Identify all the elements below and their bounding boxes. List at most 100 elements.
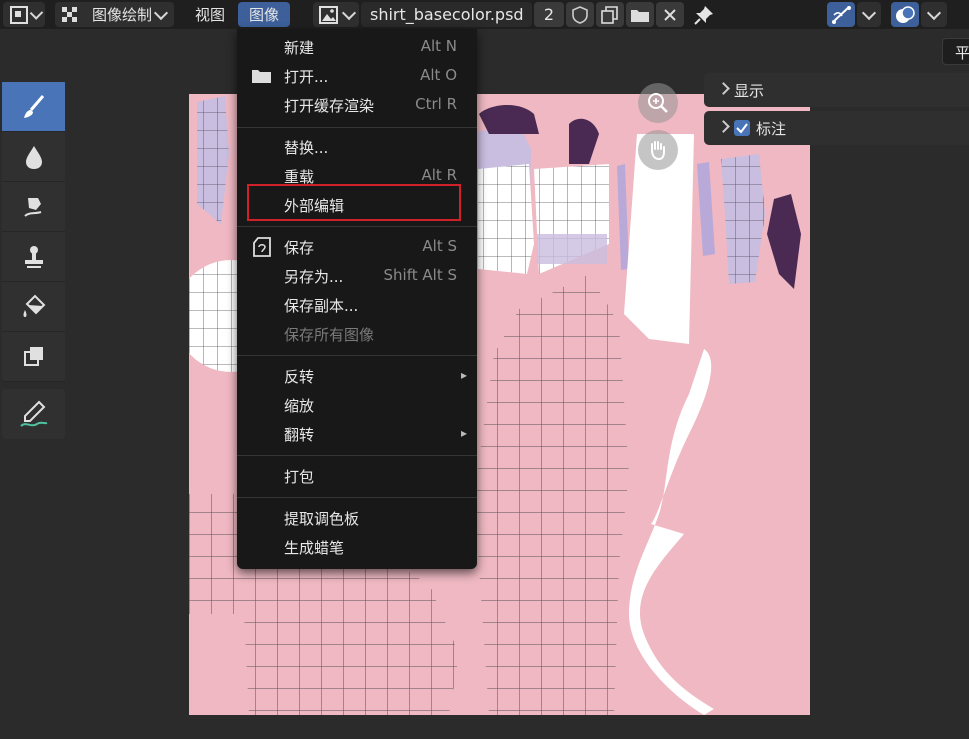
uv-sync-button[interactable] xyxy=(827,2,855,27)
image-name: shirt_basecolor.psd xyxy=(370,5,524,24)
panel-display[interactable]: 显示 xyxy=(704,73,969,107)
mask-icon xyxy=(23,346,43,366)
menu-item-label: 翻转 xyxy=(284,426,315,444)
menu-item-shortcut: Alt O xyxy=(420,66,457,84)
menu-separator xyxy=(237,127,477,128)
submenu-arrow-icon: ▸ xyxy=(460,368,467,382)
menu-item-label: 反转 xyxy=(284,368,315,386)
menu-item-save-copy[interactable]: 保存副本... xyxy=(237,291,477,319)
annotate-icon xyxy=(19,400,47,427)
submenu-arrow-icon: ▸ xyxy=(460,426,467,440)
save-icon xyxy=(253,237,271,257)
menu-item-open-cached-render[interactable]: 打开缓存渲染 Ctrl R xyxy=(237,91,477,119)
menu-item-open[interactable]: 打开... Alt O xyxy=(237,62,477,90)
close-icon xyxy=(664,8,676,21)
menu-separator xyxy=(237,355,477,356)
users-count[interactable]: 2 xyxy=(534,2,564,27)
overlay-button[interactable] xyxy=(891,2,919,27)
menu-item-shortcut: Alt N xyxy=(420,37,457,55)
image-browse-button[interactable] xyxy=(313,2,359,27)
menu-item-label: 保存所有图像 xyxy=(284,326,375,344)
pan-button[interactable] xyxy=(638,130,678,170)
menu-item-pack[interactable]: 打包 xyxy=(237,462,477,490)
view-tab-label: 平 xyxy=(955,44,969,62)
folder-icon xyxy=(252,70,271,83)
menu-item-resize[interactable]: 缩放 xyxy=(237,391,477,419)
view-tab-button[interactable]: 平 xyxy=(942,38,969,65)
image-editor-icon xyxy=(10,5,28,24)
menu-item-label: 打开缓存渲染 xyxy=(284,97,375,115)
menu-item-invert[interactable]: 反转 ▸ xyxy=(237,362,477,390)
menu-separator xyxy=(237,226,477,227)
menu-item-shortcut: Ctrl R xyxy=(415,95,457,113)
users-count-label: 2 xyxy=(543,5,555,24)
chevron-down-icon xyxy=(341,5,357,20)
blur-drop-icon xyxy=(25,145,42,169)
image-menu: 新建 Alt N 打开... Alt O 打开缓存渲染 Ctrl R 替换...… xyxy=(237,29,477,569)
tool-fill[interactable] xyxy=(2,282,65,332)
zoom-button[interactable] xyxy=(638,83,678,123)
image-icon xyxy=(319,5,338,24)
menu-item-label: 替换... xyxy=(284,139,329,157)
checker-icon xyxy=(62,6,77,22)
annotate-tool-group xyxy=(2,389,65,439)
menu-item-save[interactable]: 保存 Alt S xyxy=(237,233,477,261)
header-bar: 图像绘制 视图 图像 shirt_basecolor.psd 2 xyxy=(0,0,969,29)
panel-annotation[interactable]: 标注 xyxy=(704,111,969,145)
menu-separator xyxy=(237,497,477,498)
menu-item-save-as[interactable]: 另存为... Shift Alt S xyxy=(237,262,477,290)
menu-image[interactable]: 图像 xyxy=(238,2,290,27)
uv-sync-dropdown[interactable] xyxy=(857,2,881,27)
annotation-checkbox[interactable] xyxy=(734,120,750,136)
menu-item-label: 缩放 xyxy=(284,397,315,415)
menu-item-shortcut: Shift Alt S xyxy=(383,266,457,284)
duplicate-button[interactable] xyxy=(596,2,624,27)
menu-item-new[interactable]: 新建 Alt N xyxy=(237,33,477,61)
unlink-button[interactable] xyxy=(656,2,684,27)
folder-icon xyxy=(631,9,649,22)
check-icon xyxy=(736,123,748,134)
menu-item-replace[interactable]: 替换... xyxy=(237,133,477,161)
menu-image-label: 图像 xyxy=(248,6,279,24)
tool-mask[interactable] xyxy=(2,332,65,382)
chevron-right-icon xyxy=(717,120,730,133)
panel-annotation-label: 标注 xyxy=(756,120,787,138)
image-name-field[interactable]: shirt_basecolor.psd xyxy=(361,2,532,27)
open-image-button[interactable] xyxy=(626,2,654,27)
tool-soften[interactable] xyxy=(2,132,65,182)
mode-label: 图像绘制 xyxy=(92,6,153,24)
duplicate-icon xyxy=(601,5,618,24)
menu-item-label: 打包 xyxy=(284,468,315,486)
shield-icon xyxy=(572,5,588,24)
menu-item-save-all: 保存所有图像 xyxy=(237,320,477,348)
menu-item-extract-palette[interactable]: 提取调色板 xyxy=(237,504,477,532)
clone-stamp-icon xyxy=(24,245,43,268)
menu-item-shortcut: Alt R xyxy=(421,166,457,184)
menu-item-generate-grease-pencil[interactable]: 生成蜡笔 xyxy=(237,533,477,561)
menu-item-label: 新建 xyxy=(284,39,315,57)
tool-smear[interactable] xyxy=(2,182,65,232)
menu-item-flip[interactable]: 翻转 ▸ xyxy=(237,420,477,448)
fake-user-button[interactable] xyxy=(566,2,594,27)
chevron-down-icon xyxy=(926,5,942,20)
brush-icon xyxy=(23,94,44,118)
menu-view-label: 视图 xyxy=(194,6,225,24)
uv-sync-icon xyxy=(832,5,851,24)
overlay-dropdown[interactable] xyxy=(921,2,947,27)
zoom-icon xyxy=(648,93,668,113)
menu-view[interactable]: 视图 xyxy=(187,2,233,27)
menu-item-label: 保存 xyxy=(284,239,315,257)
menu-item-shortcut: Alt S xyxy=(422,237,457,255)
pin-icon xyxy=(694,5,713,25)
pin-button[interactable] xyxy=(690,2,718,27)
smear-icon xyxy=(23,197,41,217)
tool-annotate[interactable] xyxy=(2,389,65,439)
mode-selector[interactable]: 图像绘制 xyxy=(55,2,174,27)
menu-separator xyxy=(237,455,477,456)
tool-draw[interactable] xyxy=(2,82,65,132)
editor-type-button[interactable] xyxy=(3,2,45,27)
hand-icon xyxy=(651,141,665,161)
tool-clone[interactable] xyxy=(2,232,65,282)
menu-item-label: 提取调色板 xyxy=(284,510,360,528)
panel-display-label: 显示 xyxy=(734,82,765,100)
